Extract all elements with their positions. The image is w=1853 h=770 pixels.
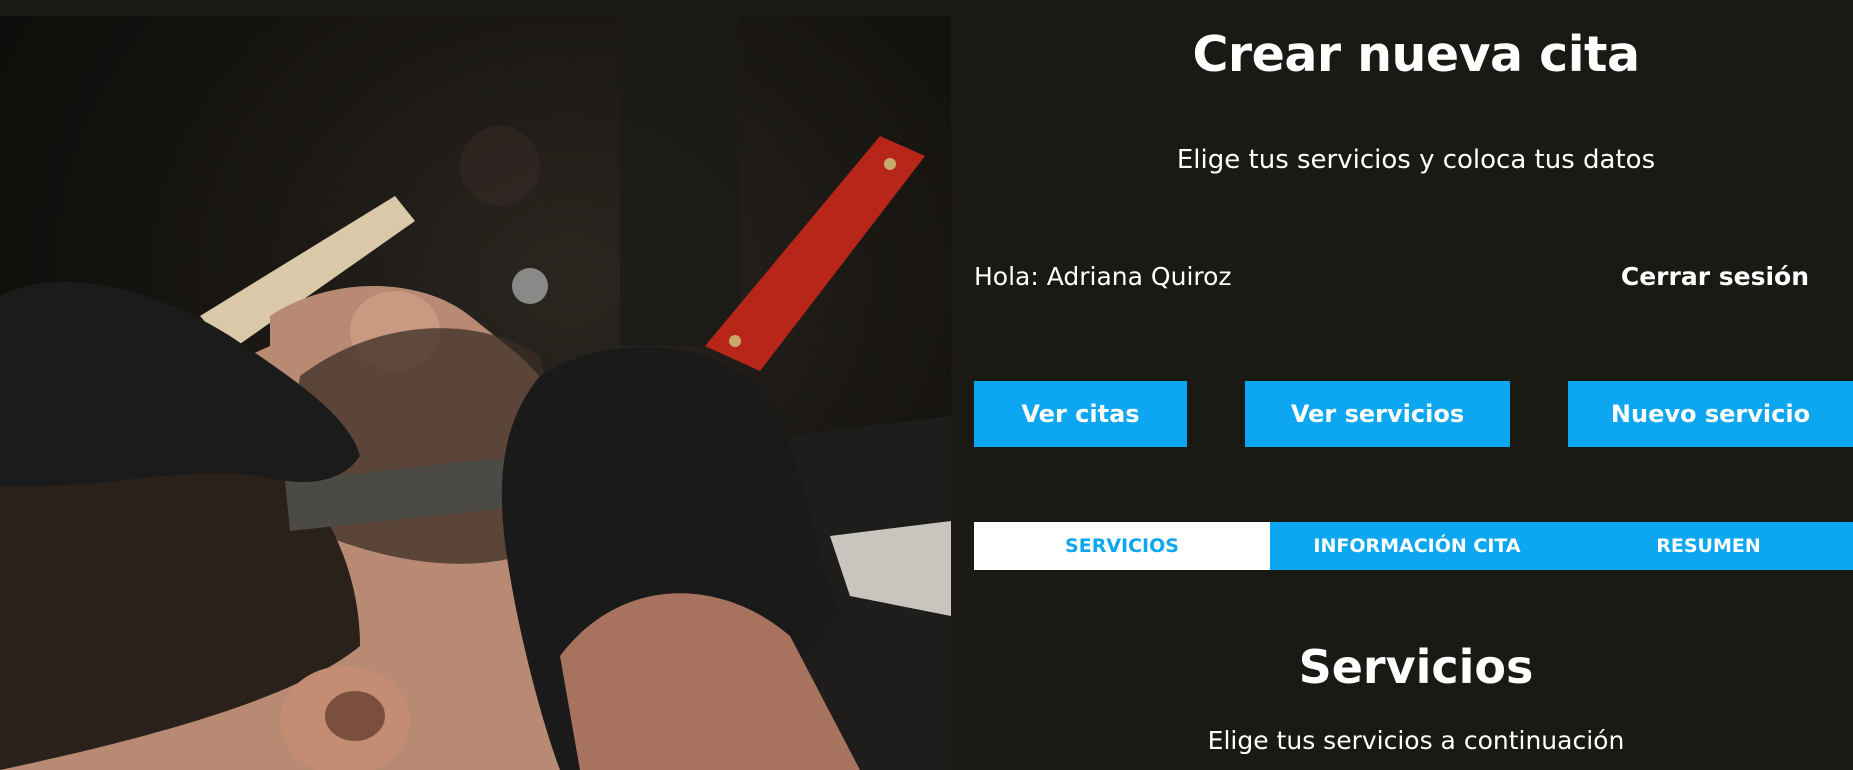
section-subtitle: Elige tus servicios a continuación [1207, 726, 1625, 755]
page-subtitle: Elige tus servicios y coloca tus datos [1176, 145, 1656, 175]
user-greeting: Hola: Adriana Quiroz [974, 262, 1232, 291]
section-title: Servicios [1298, 640, 1534, 694]
page-title: Crear nueva cita [1192, 26, 1640, 83]
new-service-button[interactable]: Nuevo servicio [1568, 381, 1853, 447]
hero-image [0, 16, 951, 770]
tab-services[interactable]: SERVICIOS [974, 522, 1270, 570]
appointment-panel: Crear nueva cita Elige tus servicios y c… [951, 0, 1853, 770]
barber-shaving-illustration [0, 16, 951, 770]
tab-appointment-info[interactable]: INFORMACIÓN CITA [1270, 522, 1564, 570]
appointment-steps-tabs: SERVICIOS INFORMACIÓN CITA RESUMEN [974, 522, 1853, 570]
view-services-button[interactable]: Ver servicios [1245, 381, 1510, 447]
tab-summary[interactable]: RESUMEN [1564, 522, 1853, 570]
view-appointments-button[interactable]: Ver citas [974, 381, 1187, 447]
logout-link[interactable]: Cerrar sesión [1621, 262, 1809, 291]
